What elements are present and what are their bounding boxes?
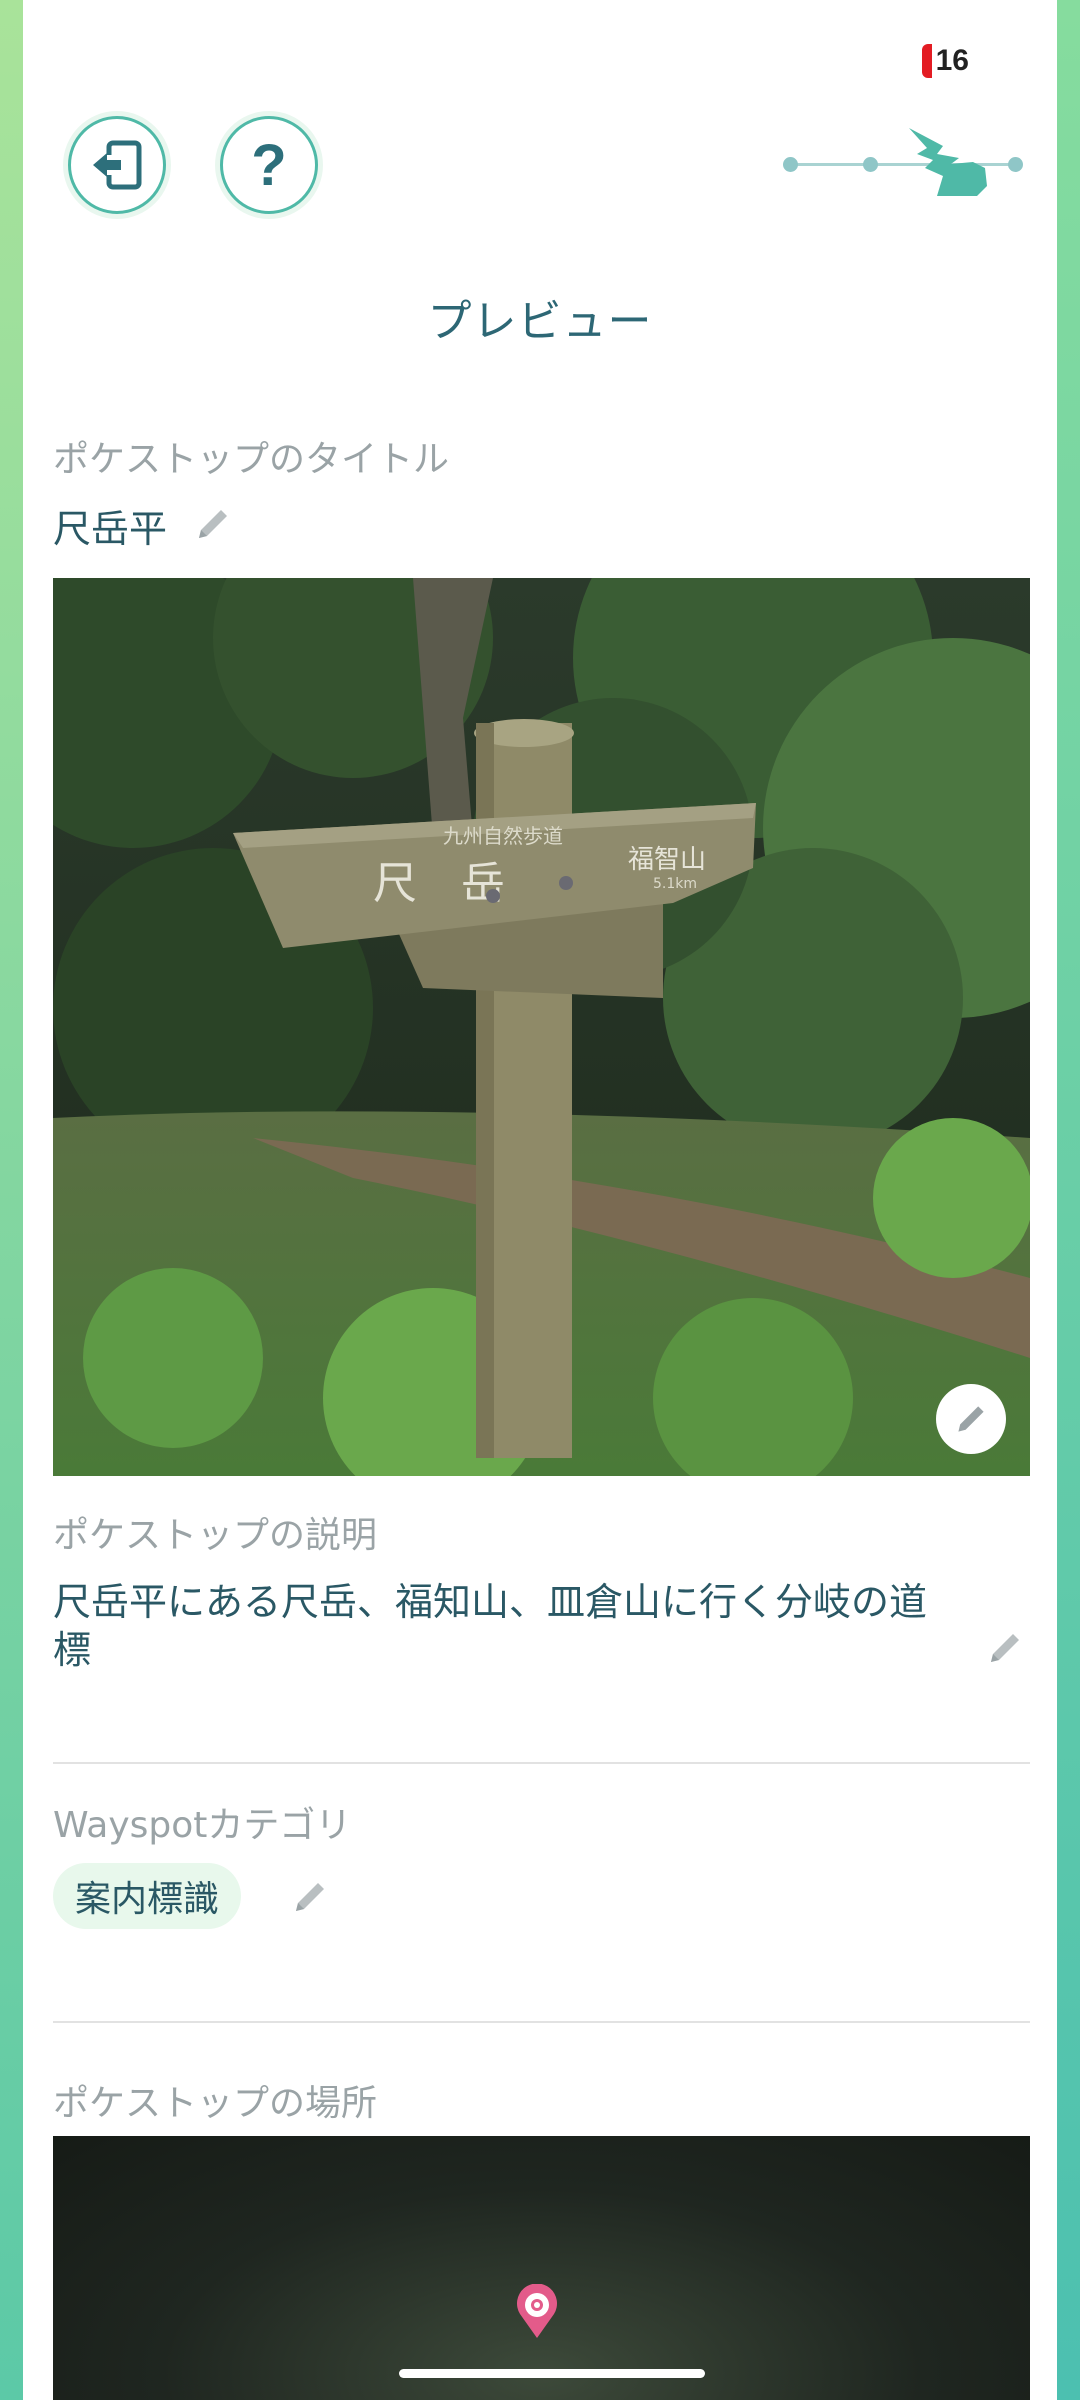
battery-indicator: 16: [921, 44, 969, 78]
page-title: プレビュー: [427, 296, 653, 347]
location-pin-icon: [517, 2284, 557, 2338]
question-icon: ?: [251, 132, 287, 198]
home-indicator[interactable]: [399, 2369, 705, 2378]
preview-screen: 16 ? プレビュー ポケストップのタイトル 尺岳平 尺 岳 九州自然歩道 福智…: [23, 0, 1057, 2400]
pikachu-tail-icon: [909, 128, 987, 196]
battery-icon: [921, 44, 932, 78]
location-section-label: ポケストップの場所: [53, 2083, 378, 2124]
sign-main-text: 尺 岳: [373, 858, 505, 909]
category-value: 案内標識: [75, 1879, 220, 1920]
progress-step-1: [783, 157, 798, 172]
progress-indicator: [763, 120, 1043, 210]
right-frame-border: [1057, 0, 1080, 2400]
edit-title-pencil-icon[interactable]: [193, 504, 233, 544]
pencil-icon: [958, 1406, 984, 1432]
edit-description-pencil-icon[interactable]: [985, 1628, 1025, 1668]
edit-photo-button[interactable]: [936, 1384, 1006, 1454]
title-section-label: ポケストップのタイトル: [53, 439, 450, 480]
sign-distance-text: 5.1km: [653, 876, 697, 892]
pokestop-title: 尺岳平: [53, 507, 168, 551]
section-divider: [53, 1762, 1030, 1764]
help-button[interactable]: ?: [220, 116, 318, 214]
exit-button[interactable]: [68, 116, 166, 214]
category-section-label: Wayspotカテゴリ: [53, 1805, 352, 1846]
section-divider: [53, 2021, 1030, 2023]
pokestop-description: 尺岳平にある尺岳、福知山、皿倉山に行く分岐の道標: [53, 1580, 928, 1672]
description-section-label: ポケストップの説明: [53, 1515, 378, 1556]
exit-door-icon: [93, 140, 142, 190]
category-chip: 案内標識: [53, 1863, 242, 1929]
signpost-photo-image: 尺 岳 九州自然歩道 福智山 5.1km: [53, 578, 1030, 1476]
pokestop-photo: 尺 岳 九州自然歩道 福智山 5.1km: [53, 578, 1030, 1476]
location-map[interactable]: [53, 2136, 1030, 2400]
sign-right-text: 福智山: [628, 845, 706, 875]
left-frame-border: [0, 0, 23, 2400]
edit-category-pencil-icon[interactable]: [290, 1877, 330, 1917]
progress-step-2: [863, 157, 878, 172]
progress-step-4: [1008, 157, 1023, 172]
sign-top-text: 九州自然歩道: [443, 824, 563, 848]
battery-level: 16: [935, 44, 969, 77]
